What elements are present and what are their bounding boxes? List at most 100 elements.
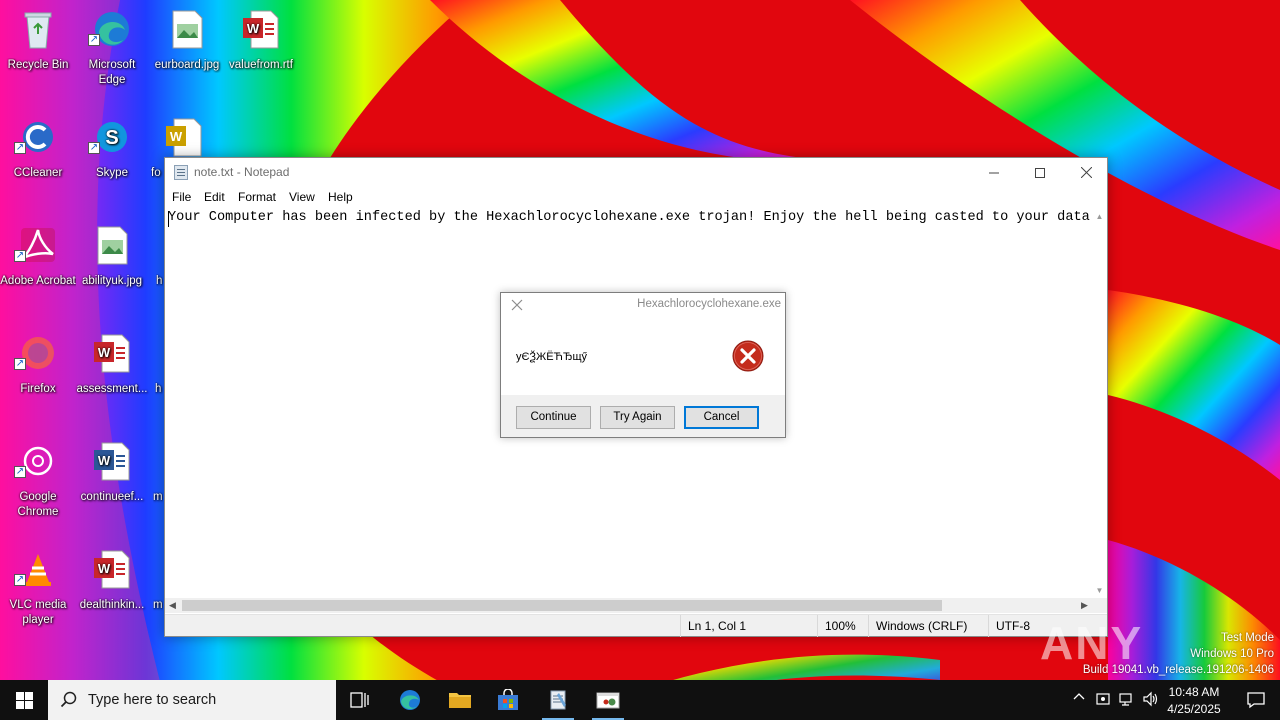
desktop-icon-assessment-doc[interactable]: W assessment... xyxy=(74,324,150,424)
try-again-button[interactable]: Try Again xyxy=(600,406,675,429)
message-text: уЄѮЖЁЋЂщӳ xyxy=(516,351,588,363)
desktop-icon-label: h xyxy=(156,275,163,287)
watermark-line-2: Windows 10 Pro xyxy=(1190,648,1274,660)
desktop-icon-ccleaner[interactable]: ↗ CCleaner xyxy=(0,108,76,208)
scroll-up-icon[interactable]: ▲ xyxy=(1092,209,1107,224)
desktop-icon-fo-doc[interactable]: fo xyxy=(149,108,163,208)
desktop-icon-label: fo xyxy=(151,167,161,179)
recycle-bin-icon xyxy=(24,12,52,49)
desktop-icon-label: Adobe Acrobat xyxy=(0,275,76,287)
status-bar: Ln 1, Col 1 100% Windows (CRLF) UTF-8 xyxy=(165,614,1107,637)
window-title: note.txt - Notepad xyxy=(194,165,290,179)
desktop-icon-label: Microsoft Edge xyxy=(88,59,136,86)
menu-help[interactable]: Help xyxy=(325,190,356,204)
scroll-right-icon[interactable]: ▶ xyxy=(1077,598,1092,613)
close-icon[interactable] xyxy=(509,297,525,313)
status-zoom: 100% xyxy=(817,615,867,637)
status-cursor-position: Ln 1, Col 1 xyxy=(680,615,810,637)
word-document-icon: W xyxy=(94,550,130,589)
task-view-button[interactable] xyxy=(336,680,384,720)
minimize-button[interactable] xyxy=(971,158,1017,187)
error-icon xyxy=(732,340,764,372)
desktop-icon-vlc-media-player[interactable]: ↗ VLC media player xyxy=(0,540,76,640)
desktop-icon-h-doc-2[interactable]: h xyxy=(149,324,163,424)
editor-text: Your Computer has been infected by the H… xyxy=(168,210,1092,225)
desktop-icon-microsoft-edge[interactable]: ↗ Microsoft Edge xyxy=(74,0,150,100)
network-icon[interactable] xyxy=(1118,691,1136,709)
scroll-left-icon[interactable]: ◀ xyxy=(165,598,180,613)
maximize-button[interactable] xyxy=(1017,158,1063,187)
desktop-icon-m-doc-1[interactable]: m xyxy=(149,432,163,532)
desktop-icon-google-chrome[interactable]: ↗ Google Chrome xyxy=(0,432,76,532)
desktop-icon-firefox[interactable]: ↗ Firefox xyxy=(0,324,76,424)
error-message-box[interactable]: Hexachlorocyclohexane.exe уЄѮЖЁЋЂщӳ Cont… xyxy=(500,292,786,438)
shortcut-arrow-icon: ↗ xyxy=(14,250,26,262)
app-window-icon xyxy=(596,692,620,709)
image-file-icon xyxy=(97,226,128,265)
desktop-icon-label: h xyxy=(155,383,162,395)
windows-test-mode-watermark: Test Mode Windows 10 Pro Build 19041.vb_… xyxy=(1083,630,1274,678)
menu-format[interactable]: Format xyxy=(235,190,279,204)
desktop-icon-label: abilityuk.jpg xyxy=(81,275,143,287)
menu-file[interactable]: File xyxy=(169,190,194,204)
taskbar-store[interactable] xyxy=(484,680,532,720)
shortcut-arrow-icon: ↗ xyxy=(88,142,100,154)
close-icon xyxy=(1080,167,1092,178)
taskbar-edge[interactable] xyxy=(386,680,434,720)
close-button[interactable] xyxy=(1063,158,1109,187)
horizontal-scroll-thumb[interactable] xyxy=(182,600,942,611)
defender-icon[interactable] xyxy=(1094,691,1112,709)
action-center-button[interactable] xyxy=(1232,680,1280,720)
message-box-button-bar: Continue Try Again Cancel xyxy=(501,395,785,437)
desktop-icon-eurboard-jpg[interactable]: eurboard.jpg xyxy=(149,0,225,100)
cancel-button[interactable]: Cancel xyxy=(684,406,759,429)
menu-edit[interactable]: Edit xyxy=(201,190,228,204)
desktop-icon-m-doc-2[interactable]: m xyxy=(149,540,163,640)
continue-button[interactable]: Continue xyxy=(516,406,591,429)
search-placeholder: Type here to search xyxy=(88,692,217,708)
svg-text:W: W xyxy=(170,129,183,144)
desktop-icon-label: dealthinkin... xyxy=(79,599,145,611)
taskbar-search-box[interactable]: Type here to search xyxy=(48,680,336,720)
menu-view[interactable]: View xyxy=(286,190,318,204)
svg-text:S: S xyxy=(105,127,118,149)
desktop-icon-dealthinkin-doc[interactable]: W dealthinkin... xyxy=(74,540,150,640)
desktop-icon-h-doc-1[interactable]: h xyxy=(149,216,163,316)
desktop-icon-continueef-doc[interactable]: W continueef... xyxy=(74,432,150,532)
windows-logo-icon xyxy=(15,691,33,709)
taskbar-notepad[interactable] xyxy=(534,680,582,720)
scrollbar-corner xyxy=(1092,598,1107,613)
task-view-icon xyxy=(350,692,369,708)
start-button[interactable] xyxy=(0,680,48,720)
notepad-app-icon xyxy=(174,165,188,180)
taskbar-file-explorer[interactable] xyxy=(436,680,484,720)
taskbar-clock[interactable]: 10:48 AM 4/25/2025 xyxy=(1158,684,1230,718)
message-box-title: Hexachlorocyclohexane.exe xyxy=(637,298,781,310)
word-document-icon: W xyxy=(166,118,202,157)
desktop-icon-valuefrom-rtf[interactable]: W valuefrom.rtf xyxy=(223,0,299,100)
desktop-icon-adobe-acrobat[interactable]: ↗ Adobe Acrobat xyxy=(0,216,76,316)
desktop-icon-label: CCleaner xyxy=(13,167,63,179)
desktop-icon-label: m xyxy=(153,599,163,611)
svg-text:W: W xyxy=(98,561,111,576)
notepad-titlebar[interactable]: note.txt - Notepad xyxy=(165,158,1107,187)
store-icon xyxy=(498,689,518,710)
desktop-icon-abilityuk-jpg[interactable]: abilityuk.jpg xyxy=(74,216,150,316)
shortcut-arrow-icon: ↗ xyxy=(14,142,26,154)
status-line-ending: Windows (CRLF) xyxy=(868,615,988,637)
edge-icon xyxy=(400,690,420,710)
watermark-line-3: Build 19041.vb_release.191206-1406 xyxy=(1082,664,1274,676)
horizontal-scrollbar[interactable]: ◀ ▶ xyxy=(165,598,1092,613)
scroll-down-icon[interactable]: ▼ xyxy=(1092,583,1107,598)
text-caret xyxy=(168,211,169,227)
vertical-scrollbar[interactable]: ▲ ▼ xyxy=(1092,209,1107,598)
desktop-icon-skype[interactable]: S ↗ Skype xyxy=(74,108,150,208)
svg-text:W: W xyxy=(98,345,111,360)
desktop-icon-label: Recycle Bin xyxy=(7,59,69,71)
minimize-icon xyxy=(989,172,999,173)
chevron-up-icon[interactable] xyxy=(1070,691,1088,709)
desktop-icon-recycle-bin[interactable]: Recycle Bin xyxy=(0,0,76,100)
shortcut-arrow-icon: ↗ xyxy=(88,34,100,46)
svg-text:W: W xyxy=(247,21,260,36)
taskbar-hexachlorocyclohexane[interactable] xyxy=(584,680,632,720)
